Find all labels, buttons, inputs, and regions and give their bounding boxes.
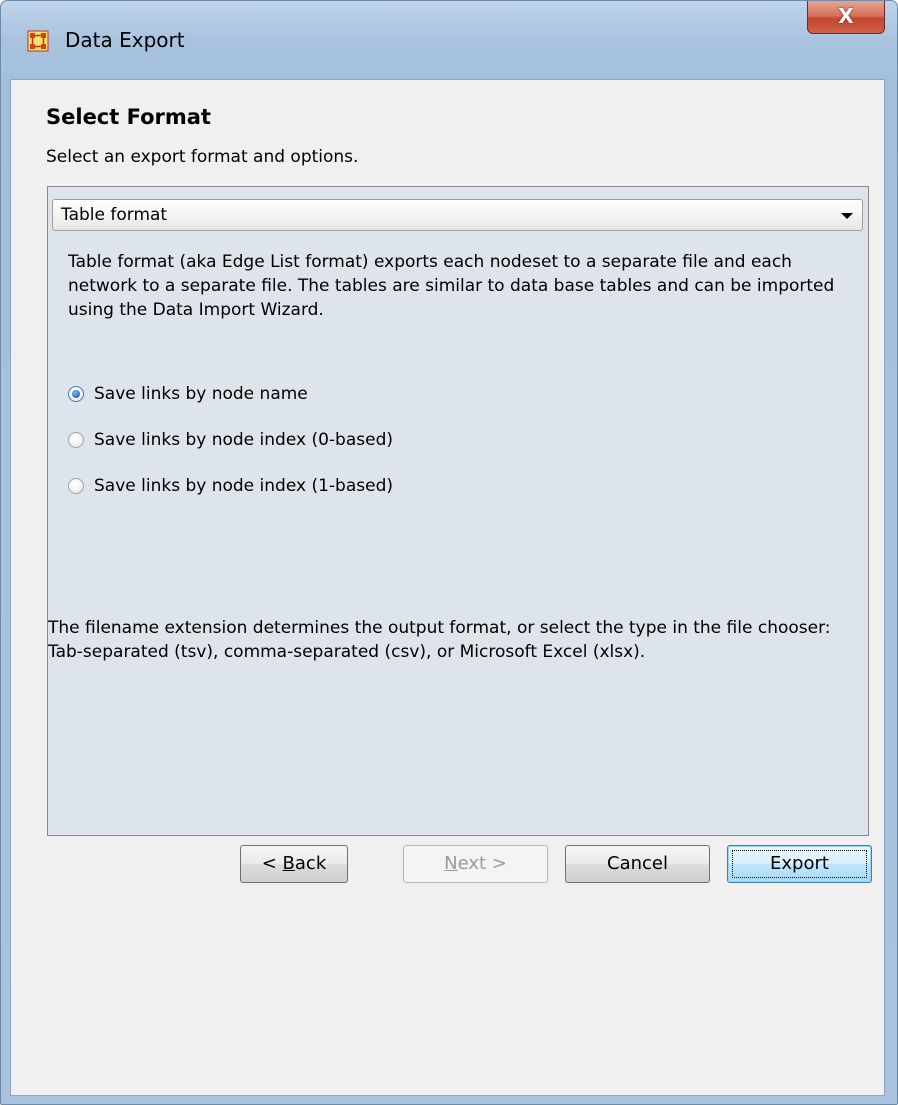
close-button[interactable]: X — [807, 1, 885, 34]
focus-ring — [732, 850, 867, 878]
data-export-window: Data Export X Select Format Select an ex… — [0, 0, 898, 1105]
window-title: Data Export — [65, 28, 185, 52]
format-options-panel: Table format Table format (aka Edge List… — [47, 186, 869, 836]
radio-label: Save links by node index (1-based) — [94, 476, 393, 496]
page-title: Select Format — [46, 105, 211, 129]
ora-network-icon — [27, 30, 49, 52]
radio-save-by-index-1[interactable]: Save links by node index (1-based) — [68, 474, 393, 498]
format-description: Table format (aka Edge List format) expo… — [68, 252, 835, 320]
back-button-mnemonic: B — [282, 853, 295, 874]
next-button-label: ext > — [457, 853, 507, 874]
dialog-content: Select Format Select an export format an… — [10, 79, 885, 1096]
format-select-value: Table format — [61, 205, 168, 225]
radio-button[interactable] — [68, 478, 84, 494]
back-button[interactable]: < Back — [240, 845, 348, 883]
export-button[interactable]: Export — [727, 845, 872, 883]
radio-save-by-node-name[interactable]: Save links by node name — [68, 382, 308, 406]
page-subtitle: Select an export format and options. — [46, 147, 359, 167]
next-button: Next > — [403, 845, 548, 883]
cancel-button[interactable]: Cancel — [565, 845, 710, 883]
back-button-label: ack — [294, 853, 327, 874]
radio-button-checked[interactable] — [68, 386, 84, 402]
cancel-button-label: Cancel — [607, 853, 668, 874]
radio-label: Save links by node index (0-based) — [94, 430, 393, 450]
back-button-prefix: < — [261, 853, 283, 874]
close-icon: X — [838, 4, 854, 28]
radio-label: Save links by node name — [94, 384, 308, 404]
filename-extension-note: The filename extension determines the ou… — [48, 618, 831, 662]
title-bar[interactable]: Data Export X — [1, 1, 897, 79]
radio-button[interactable] — [68, 432, 84, 448]
next-button-mnemonic: N — [444, 853, 458, 874]
format-select[interactable]: Table format — [52, 199, 863, 231]
radio-save-by-index-0[interactable]: Save links by node index (0-based) — [68, 428, 393, 452]
chevron-down-icon — [841, 213, 853, 219]
